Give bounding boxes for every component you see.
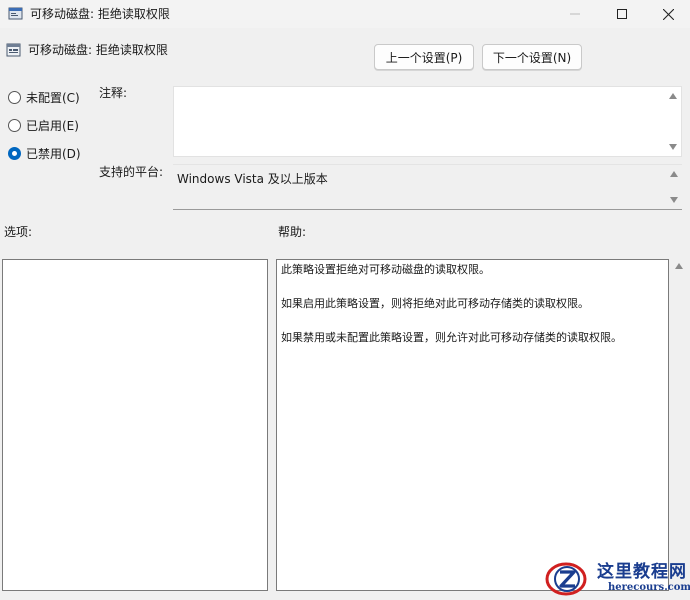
help-paragraph: 此策略设置拒绝对可移动磁盘的读取权限。 (281, 263, 490, 276)
scroll-up-icon[interactable] (675, 263, 683, 269)
minimize-button[interactable] (552, 0, 598, 28)
radio-disabled[interactable]: 已禁用(D) (8, 144, 81, 162)
help-paragraph: 如果启用此策略设置，则将拒绝对此可移动存储类的读取权限。 (281, 297, 589, 310)
scroll-down-icon[interactable] (670, 197, 678, 203)
scroll-down-icon[interactable] (669, 144, 677, 150)
watermark: 这里教程网 herecours.com (540, 556, 690, 600)
help-paragraph: 如果禁用或未配置此策略设置，则允许对此可移动存储类的读取权限。 (281, 331, 622, 344)
radio-not-configured[interactable]: 未配置(C) (8, 88, 80, 106)
scroll-up-icon[interactable] (670, 171, 678, 177)
radio-circle[interactable] (8, 118, 21, 132)
radio-enabled[interactable]: 已启用(E) (8, 116, 79, 134)
radio-label: 已禁用(D) (26, 146, 81, 161)
close-icon (662, 8, 674, 20)
policy-setting-icon (6, 43, 21, 57)
watermark-url: herecours.com (608, 582, 690, 593)
radio-label: 未配置(C) (26, 90, 80, 105)
scroll-up-icon[interactable] (669, 93, 677, 99)
policy-name: 可移动磁盘: 拒绝读取权限 (28, 43, 168, 57)
watermark-title: 这里教程网 (597, 562, 687, 582)
close-button[interactable] (645, 0, 690, 28)
platform-scrollbar[interactable] (668, 167, 680, 207)
help-scrollbar[interactable] (671, 259, 688, 591)
radio-label: 已启用(E) (26, 118, 79, 133)
comment-label: 注释: (99, 86, 128, 100)
supported-platforms-field: Windows Vista 及以上版本 (173, 164, 682, 210)
radio-circle[interactable] (8, 90, 21, 104)
next-setting-button[interactable]: 下一个设置(N) (482, 44, 582, 70)
policy-app-icon (8, 7, 23, 20)
window-title: 可移动磁盘: 拒绝读取权限 (30, 7, 170, 21)
help-pane[interactable]: 此策略设置拒绝对可移动磁盘的读取权限。 如果启用此策略设置，则将拒绝对此可移动存… (276, 259, 669, 591)
maximize-button[interactable] (599, 0, 645, 28)
watermark-logo-icon (545, 562, 587, 596)
options-pane[interactable] (2, 259, 268, 591)
supported-platforms-value: Windows Vista 及以上版本 (177, 172, 328, 186)
comment-scrollbar[interactable] (667, 89, 679, 154)
previous-setting-button[interactable]: 上一个设置(P) (374, 44, 474, 70)
maximize-icon (617, 9, 627, 19)
minimize-icon (570, 13, 580, 15)
supported-platforms-label: 支持的平台: (99, 165, 164, 179)
comment-textarea[interactable] (173, 86, 682, 157)
help-label: 帮助: (278, 225, 307, 239)
radio-circle-checked[interactable] (8, 146, 21, 160)
options-label: 选项: (4, 225, 33, 239)
